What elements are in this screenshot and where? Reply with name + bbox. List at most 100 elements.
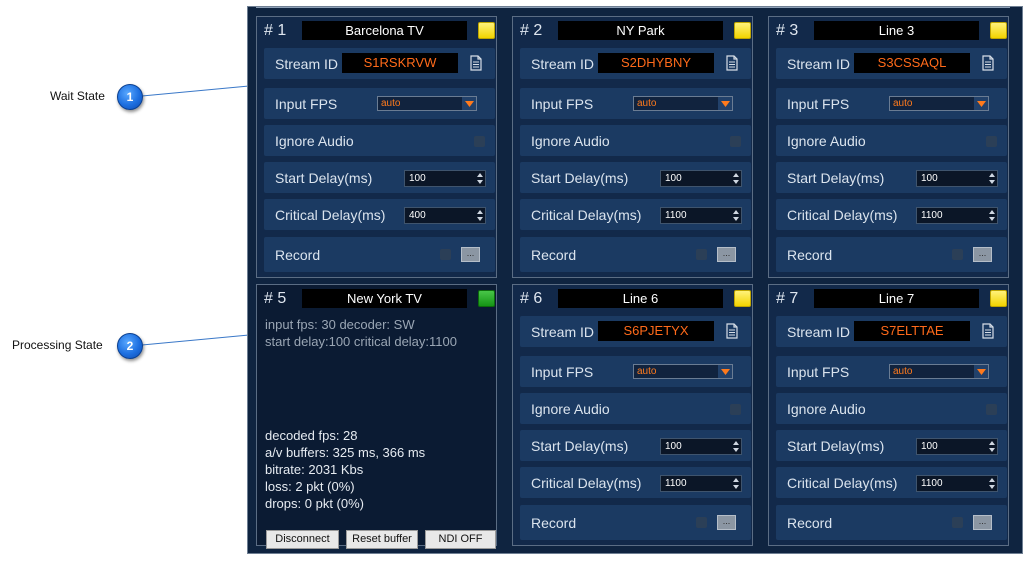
stream-id-field[interactable]: S2DHYBNY (598, 53, 714, 73)
streams-grid-window: # 1 Barcelona TV Stream ID S1RSKRVW Input FP… (247, 6, 1023, 554)
status-indicator (734, 22, 751, 39)
input-fps-value: auto (381, 98, 401, 109)
start-delay-input[interactable]: 100 (404, 170, 486, 187)
stream-panel: # 2 NY Park Stream ID S2DHYBNY Input FPS auto… (512, 16, 753, 278)
stream-id-field[interactable]: S1RSKRVW (342, 53, 458, 73)
spin-arrows-icon[interactable] (733, 441, 739, 452)
critical-delay-input[interactable]: 400 (404, 207, 486, 224)
spin-arrows-icon[interactable] (477, 210, 483, 221)
stream-id-row: Stream ID S2DHYBNY (520, 48, 751, 79)
input-fps-row: Input FPS auto (520, 88, 751, 119)
stream-name-field[interactable]: NY Park (558, 21, 723, 40)
ignore-audio-toggle[interactable] (730, 136, 741, 147)
input-fps-select[interactable]: auto (889, 96, 989, 111)
chevron-down-icon[interactable] (718, 97, 732, 110)
spin-arrows-icon[interactable] (733, 173, 739, 184)
annotation-badge-1: 1 (117, 84, 143, 110)
start-delay-value: 100 (921, 173, 938, 184)
input-fps-select[interactable]: auto (633, 364, 733, 379)
input-fps-select[interactable]: auto (889, 364, 989, 379)
critical-delay-row: Critical Delay(ms) 1100 (776, 467, 1007, 498)
ignore-audio-label: Ignore Audio (787, 401, 866, 417)
spin-arrows-icon[interactable] (989, 441, 995, 452)
stream-panel: # 1 Barcelona TV Stream ID S1RSKRVW Input FP… (256, 16, 497, 278)
copy-document-icon[interactable] (981, 323, 995, 344)
copy-document-icon[interactable] (725, 323, 739, 344)
stream-id-field[interactable]: S7ELTTAE (854, 321, 970, 341)
critical-delay-input[interactable]: 1100 (916, 475, 998, 492)
start-delay-row: Start Delay(ms) 100 (520, 430, 751, 461)
input-fps-select[interactable]: auto (633, 96, 733, 111)
record-path-button[interactable]: ... (461, 247, 480, 262)
spin-arrows-icon[interactable] (989, 478, 995, 489)
record-label: Record (787, 247, 833, 263)
record-toggle[interactable] (696, 249, 707, 260)
stream-panel: # 7 Line 7 Stream ID S7ELTTAE Input FPS auto I… (768, 284, 1009, 546)
processing-info-line: input fps: 30 decoder: SW (265, 317, 415, 332)
stream-name-field[interactable]: New York TV (302, 289, 467, 308)
input-fps-value: auto (637, 366, 657, 377)
start-delay-label: Start Delay(ms) (787, 170, 885, 186)
ignore-audio-label: Ignore Audio (275, 133, 354, 149)
critical-delay-input[interactable]: 1100 (916, 207, 998, 224)
chevron-down-icon[interactable] (974, 365, 988, 378)
copy-document-icon[interactable] (725, 55, 739, 76)
copy-document-icon[interactable] (981, 55, 995, 76)
start-delay-input[interactable]: 100 (660, 438, 742, 455)
spin-arrows-icon[interactable] (989, 173, 995, 184)
ignore-audio-toggle[interactable] (730, 404, 741, 415)
spin-arrows-icon[interactable] (989, 210, 995, 221)
record-path-button[interactable]: ... (717, 247, 736, 262)
spin-arrows-icon[interactable] (477, 173, 483, 184)
ignore-audio-toggle[interactable] (986, 136, 997, 147)
stream-id-label: Stream ID (787, 324, 851, 340)
spin-arrows-icon[interactable] (733, 210, 739, 221)
record-toggle[interactable] (952, 249, 963, 260)
stream-name-field[interactable]: Line 6 (558, 289, 723, 308)
stream-name-field[interactable]: Line 3 (814, 21, 979, 40)
ignore-audio-toggle[interactable] (474, 136, 485, 147)
critical-delay-input[interactable]: 1100 (660, 207, 742, 224)
chevron-down-icon[interactable] (462, 97, 476, 110)
input-fps-select[interactable]: auto (377, 96, 477, 111)
chevron-down-icon[interactable] (974, 97, 988, 110)
stream-panel: # 6 Line 6 Stream ID S6PJETYX Input FPS auto I… (512, 284, 753, 546)
record-label: Record (787, 515, 833, 531)
stream-name-field[interactable]: Line 7 (814, 289, 979, 308)
record-path-button[interactable]: ... (717, 515, 736, 530)
record-toggle[interactable] (952, 517, 963, 528)
input-fps-row: Input FPS auto (520, 356, 751, 387)
ignore-audio-toggle[interactable] (986, 404, 997, 415)
copy-document-icon[interactable] (469, 55, 483, 76)
start-delay-value: 100 (921, 441, 938, 452)
stat-decoded-fps: decoded fps: 28 (265, 428, 358, 443)
input-fps-label: Input FPS (275, 96, 338, 112)
ignore-audio-label: Ignore Audio (531, 133, 610, 149)
annotation-label-wait-state: Wait State (50, 89, 105, 103)
start-delay-input[interactable]: 100 (916, 170, 998, 187)
start-delay-row: Start Delay(ms) 100 (520, 162, 751, 193)
stream-name-field[interactable]: Barcelona TV (302, 21, 467, 40)
record-path-button[interactable]: ... (973, 515, 992, 530)
ignore-audio-label: Ignore Audio (531, 401, 610, 417)
status-indicator (478, 22, 495, 39)
stat-loss: loss: 2 pkt (0%) (265, 479, 355, 494)
record-toggle[interactable] (696, 517, 707, 528)
critical-delay-label: Critical Delay(ms) (275, 207, 386, 223)
ndi-toggle-button[interactable]: NDI OFF (425, 530, 496, 549)
chevron-down-icon[interactable] (718, 365, 732, 378)
critical-delay-label: Critical Delay(ms) (787, 475, 898, 491)
stream-id-label: Stream ID (531, 324, 595, 340)
disconnect-button[interactable]: Disconnect (266, 530, 339, 549)
critical-delay-input[interactable]: 1100 (660, 475, 742, 492)
spin-arrows-icon[interactable] (733, 478, 739, 489)
start-delay-input[interactable]: 100 (660, 170, 742, 187)
start-delay-label: Start Delay(ms) (531, 170, 629, 186)
critical-delay-value: 1100 (665, 210, 687, 221)
record-path-button[interactable]: ... (973, 247, 992, 262)
start-delay-input[interactable]: 100 (916, 438, 998, 455)
stream-id-field[interactable]: S6PJETYX (598, 321, 714, 341)
record-toggle[interactable] (440, 249, 451, 260)
reset-buffer-button[interactable]: Reset buffer (346, 530, 418, 549)
stream-id-field[interactable]: S3CSSAQL (854, 53, 970, 73)
